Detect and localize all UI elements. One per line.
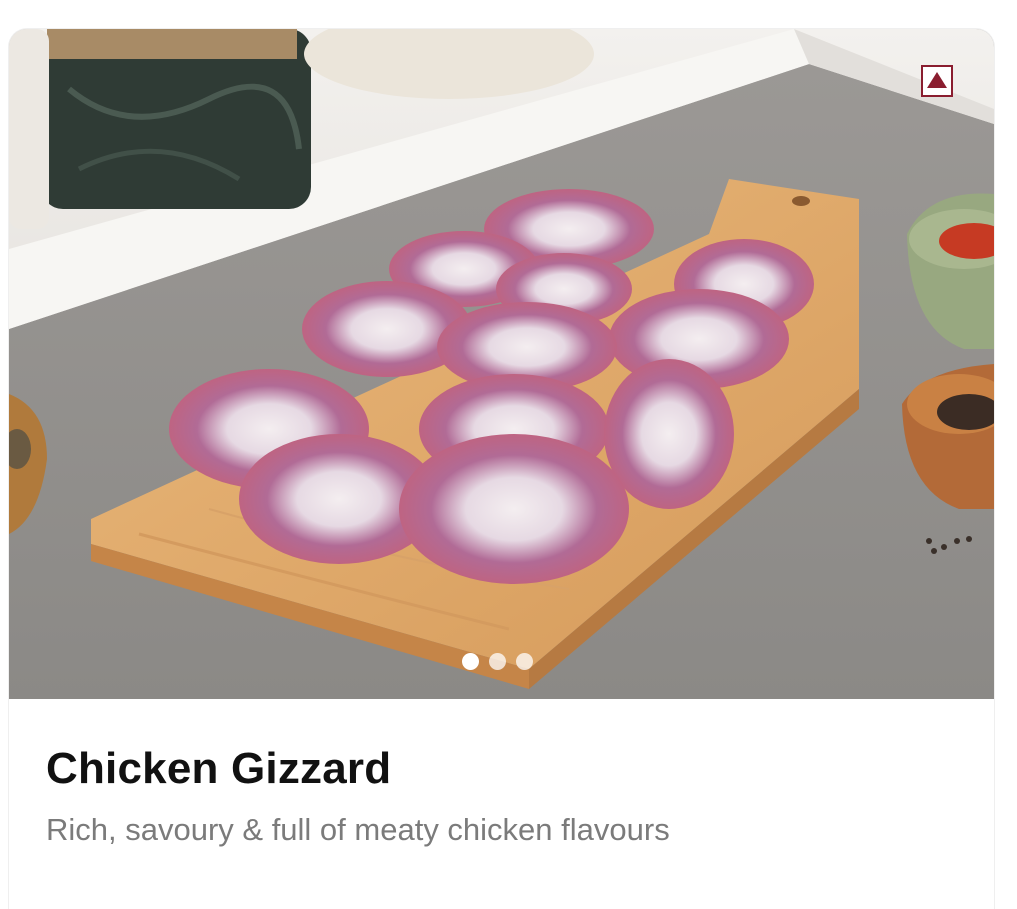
carousel-dot-3[interactable] bbox=[516, 653, 533, 670]
product-subtitle: Rich, savoury & full of meaty chicken fl… bbox=[46, 812, 670, 847]
product-photo bbox=[9, 29, 994, 699]
carousel-indicator bbox=[462, 653, 533, 670]
product-info: Chicken Gizzard Rich, savoury & full of … bbox=[9, 699, 994, 909]
product-title: Chicken Gizzard bbox=[46, 744, 392, 793]
non-veg-badge-icon bbox=[921, 65, 953, 97]
product-image-carousel[interactable] bbox=[9, 29, 994, 699]
white-jar bbox=[9, 29, 49, 229]
carousel-dot-1[interactable] bbox=[462, 653, 479, 670]
triangle-icon bbox=[927, 72, 947, 88]
marble-jar bbox=[41, 29, 311, 209]
carousel-dot-2[interactable] bbox=[489, 653, 506, 670]
product-card[interactable]: Chicken Gizzard Rich, savoury & full of … bbox=[9, 29, 994, 909]
